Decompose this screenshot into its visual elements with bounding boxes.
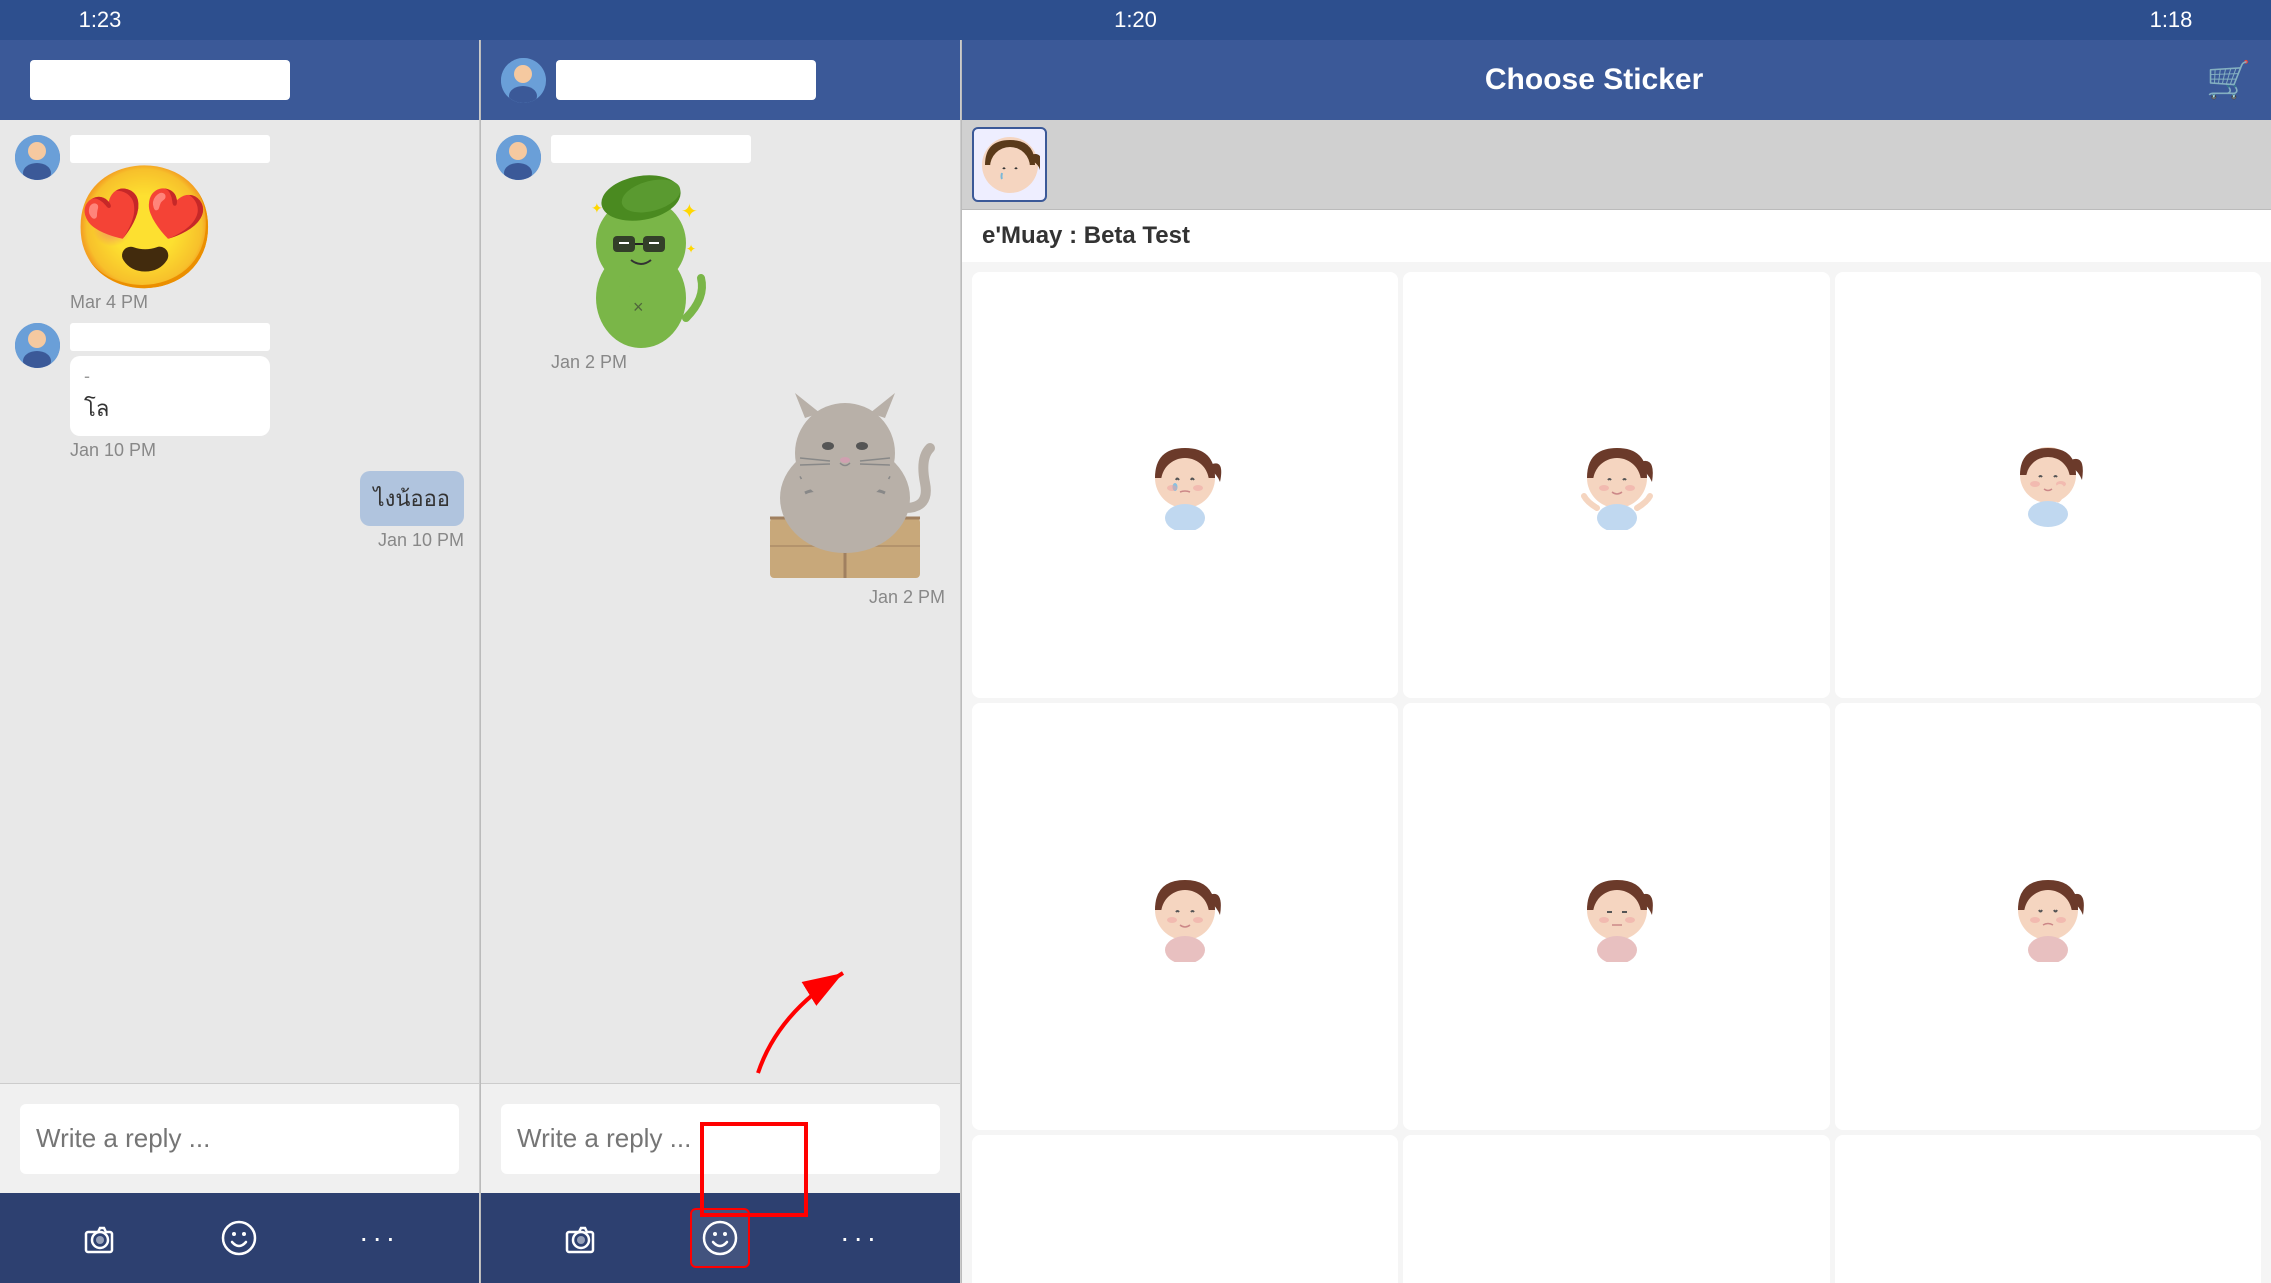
- sticker-header: Choose Sticker 🛒: [962, 40, 2271, 120]
- time-right: 1:18: [2131, 7, 2211, 33]
- message-row: 😍 Mar 4 PM: [15, 135, 464, 313]
- svg-text:✦: ✦: [681, 201, 698, 223]
- message-bubble: - โล: [70, 356, 270, 436]
- mid-input-area: [481, 1083, 960, 1193]
- sticker-pack-name: e'Muay : Beta Test: [962, 210, 2271, 262]
- message-row: - โล Jan 10 PM: [15, 323, 464, 461]
- sticker-item[interactable]: [1403, 272, 1829, 698]
- mid-sender-name-bar: [551, 135, 751, 163]
- sender-name-bar: [70, 323, 270, 351]
- cart-button[interactable]: 🛒: [2206, 59, 2251, 101]
- mid-avatar-image: [501, 58, 546, 103]
- mid-message-row-1: ✦ ✦ ✦ × Jan 2 PM: [496, 135, 945, 373]
- own-bubble: ไงน้อออ: [360, 471, 464, 526]
- mid-chat-header: [481, 40, 960, 120]
- own-message-text: ไงน้อออ: [374, 486, 450, 511]
- camera-button[interactable]: [70, 1208, 130, 1268]
- left-chat-body: 😍 Mar 4 PM: [0, 120, 479, 1083]
- sticker-panel-title: Choose Sticker: [982, 63, 2206, 97]
- message-row-own: ไงน้อออ Jan 10 PM: [15, 471, 464, 551]
- emoji-sticker: 😍: [70, 168, 270, 288]
- sticker-panel: Choose Sticker 🛒: [962, 40, 2271, 1283]
- more-button-mid[interactable]: ···: [830, 1208, 890, 1268]
- avatar-image: [15, 323, 60, 368]
- sender-name-bar: [70, 135, 270, 163]
- mid-msg-avatar-image: [496, 135, 541, 180]
- more-button-left[interactable]: ···: [349, 1208, 409, 1268]
- mid-msg-timestamp-2: Jan 2 PM: [745, 587, 945, 608]
- mid-avatar: [501, 58, 546, 103]
- svg-text:✦: ✦: [591, 200, 603, 216]
- mid-contact-name: [556, 60, 816, 100]
- mid-msg-timestamp-1: Jan 2 PM: [551, 352, 751, 373]
- sticker-item[interactable]: [972, 272, 1398, 698]
- message-timestamp: Jan 10 PM: [70, 440, 270, 461]
- sticker-tabs: [962, 120, 2271, 210]
- sticker-item[interactable]: [1835, 272, 2261, 698]
- sticker-item[interactable]: [972, 1135, 1398, 1283]
- avatar: [15, 135, 60, 180]
- emoji-button-left[interactable]: [209, 1208, 269, 1268]
- sticker-item[interactable]: [1403, 703, 1829, 1129]
- sticker-item[interactable]: [972, 703, 1398, 1129]
- left-chat-header: [0, 40, 479, 120]
- left-chat-panel: 😍 Mar 4 PM: [0, 40, 480, 1283]
- camera-button-mid[interactable]: [551, 1208, 611, 1268]
- own-timestamp: Jan 10 PM: [360, 530, 464, 551]
- sticker-grid: [962, 262, 2271, 1283]
- mid-reply-input[interactable]: [501, 1104, 940, 1174]
- message-content-own: ไงน้อออ Jan 10 PM: [360, 471, 464, 551]
- avatar-image: [15, 135, 60, 180]
- time-left: 1:23: [60, 7, 140, 33]
- mid-toolbar: ···: [481, 1193, 960, 1283]
- message-subtext: -: [84, 366, 256, 387]
- sticker-tab-active[interactable]: [972, 127, 1047, 202]
- mid-msg-content-2: Jan 2 PM: [745, 383, 945, 608]
- time-mid: 1:20: [1096, 7, 1176, 33]
- left-input-area: [0, 1083, 479, 1193]
- main-area: 😍 Mar 4 PM: [0, 40, 2271, 1283]
- sticker-item[interactable]: [1403, 1135, 1829, 1283]
- message-content: - โล Jan 10 PM: [70, 323, 270, 461]
- message-timestamp: Mar 4 PM: [70, 292, 270, 313]
- pusheen-sticker: [745, 383, 945, 583]
- mid-message-row-2: Jan 2 PM: [496, 383, 945, 608]
- sticker-item[interactable]: [1835, 703, 2261, 1129]
- mid-msg-content-1: ✦ ✦ ✦ × Jan 2 PM: [551, 135, 751, 373]
- emoji-button-mid-highlighted[interactable]: [690, 1208, 750, 1268]
- left-toolbar: ···: [0, 1193, 479, 1283]
- green-cat-sticker: ✦ ✦ ✦ ×: [551, 168, 731, 348]
- left-reply-input[interactable]: [20, 1104, 459, 1174]
- svg-text:✦: ✦: [686, 242, 696, 256]
- mid-chat-panel: ✦ ✦ ✦ × Jan 2 PM: [481, 40, 961, 1283]
- status-bar: 1:23 1:20 1:18: [0, 0, 2271, 40]
- sticker-item[interactable]: [1835, 1135, 2261, 1283]
- avatar: [15, 323, 60, 368]
- mid-chat-body: ✦ ✦ ✦ × Jan 2 PM: [481, 120, 960, 1083]
- message-text: โล: [84, 391, 256, 426]
- left-contact-name: [30, 60, 290, 100]
- svg-text:×: ×: [633, 297, 644, 317]
- mid-msg-avatar: [496, 135, 541, 180]
- message-content: 😍 Mar 4 PM: [70, 135, 270, 313]
